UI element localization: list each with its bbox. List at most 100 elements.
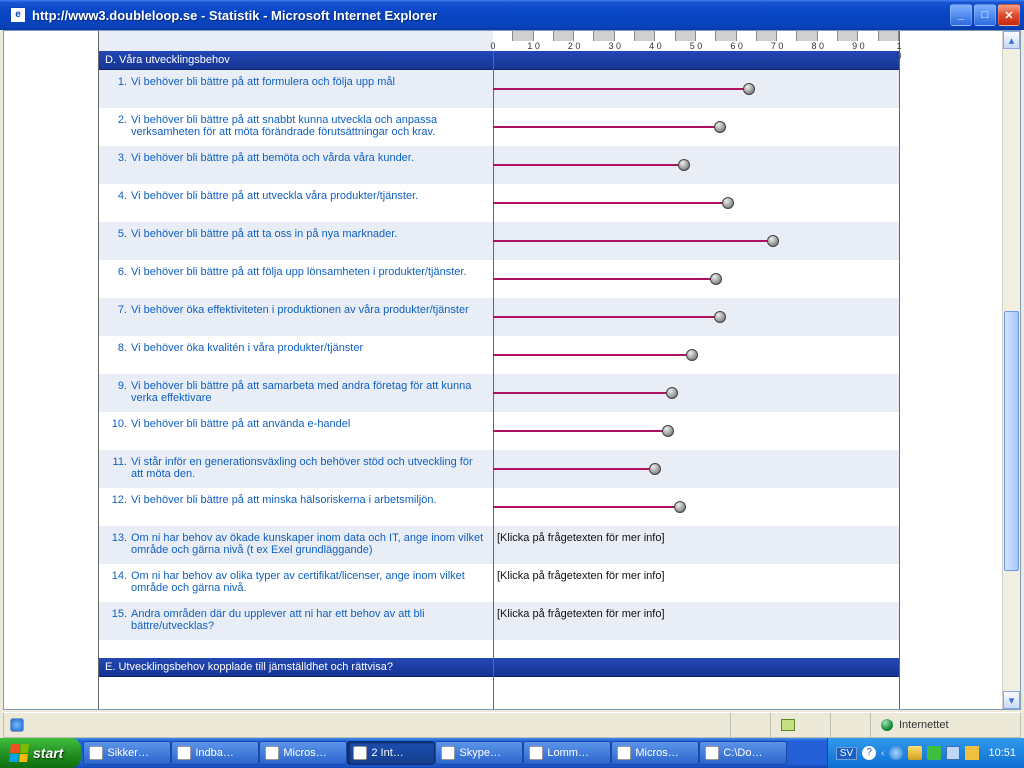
security-zone[interactable]: Internettet: [870, 713, 1020, 737]
question-row: 1.Vi behöver bli bättre på att formulera…: [99, 70, 899, 108]
window-title: http://www3.doubleloop.se - Statistik - …: [32, 8, 950, 23]
internet-zone-icon: [881, 719, 893, 731]
task-button[interactable]: Lomm…: [523, 741, 611, 765]
question-text-link[interactable]: Om ni har behov av ökade kunskaper inom …: [131, 532, 487, 558]
tick-label: 9 0: [852, 41, 865, 51]
maximize-button[interactable]: □: [974, 4, 996, 26]
scroll-thumb[interactable]: [1004, 311, 1019, 571]
task-label: C:\Do…: [723, 747, 762, 759]
task-button[interactable]: Indba…: [171, 741, 259, 765]
browser-viewport: 01 02 03 04 05 06 07 08 09 01 0 D. Våra …: [3, 30, 1021, 710]
question-row: 7.Vi behöver öka effektiviteten i produk…: [99, 298, 899, 336]
value-bar: [493, 430, 668, 432]
popup-blocker-icon: [781, 719, 795, 731]
question-number: 12.: [109, 494, 131, 520]
taskbar: start Sikker… Indba… Micros… 2 Int… Skype…Lo…: [0, 738, 1024, 768]
tray-monitor-icon[interactable]: [946, 746, 960, 760]
tray-device-icon[interactable]: [965, 746, 979, 760]
minimize-button[interactable]: _: [950, 4, 972, 26]
language-indicator[interactable]: SV: [836, 747, 857, 760]
tray-network-icon[interactable]: [889, 746, 903, 760]
task-app-icon: [617, 746, 631, 760]
start-button[interactable]: start: [0, 738, 81, 768]
value-cell: [493, 70, 899, 108]
value-bar: [493, 278, 716, 280]
tick-label: 1 0: [527, 41, 540, 51]
value-knob: [674, 501, 686, 513]
question-text-link[interactable]: Vi behöver bli bättre på att samarbeta m…: [131, 380, 487, 406]
tray-expand-icon[interactable]: ‹: [881, 748, 884, 759]
question-row: 10.Vi behöver bli bättre på att använda …: [99, 412, 899, 450]
section-d-header: D. Våra utvecklingsbehov: [99, 51, 899, 70]
task-app-icon: [265, 746, 279, 760]
start-label: start: [33, 745, 63, 761]
status-zone-popup: [770, 713, 830, 737]
task-app-icon: [441, 746, 455, 760]
task-button[interactable]: C:\Do…: [699, 741, 787, 765]
value-cell: [493, 450, 899, 488]
task-button[interactable]: Micros…: [611, 741, 699, 765]
value-cell: [Klicka på frågetexten för mer info]: [493, 564, 899, 602]
ie-status-icon: [10, 718, 24, 732]
tray-volume-icon[interactable]: [908, 746, 922, 760]
question-text-link[interactable]: Vi behöver öka kvalitén i våra produkter…: [131, 342, 487, 368]
info-prompt: [Klicka på frågetexten för mer info]: [497, 532, 665, 544]
tick-label: 4 0: [649, 41, 662, 51]
info-prompt: [Klicka på frågetexten för mer info]: [497, 608, 665, 620]
task-buttons: Sikker… Indba… Micros… 2 Int… Skype…Lomm… Mic…: [81, 738, 826, 768]
task-app-icon: [353, 746, 367, 760]
question-text-link[interactable]: Vi behöver bli bättre på att följa upp l…: [131, 266, 487, 292]
task-label: Indba…: [195, 747, 234, 759]
value-bar: [493, 164, 684, 166]
task-app-icon: [529, 746, 543, 760]
tick-label: 7 0: [771, 41, 784, 51]
task-button[interactable]: 2 Int…: [347, 741, 435, 765]
vertical-scrollbar[interactable]: ▴ ▾: [1002, 31, 1020, 709]
task-label: Micros…: [635, 747, 678, 759]
question-text-link[interactable]: Andra områden där du upplever att ni har…: [131, 608, 487, 634]
task-button[interactable]: Micros…: [259, 741, 347, 765]
value-knob: [662, 425, 674, 437]
task-button[interactable]: Sikker…: [83, 741, 171, 765]
value-bar: [493, 506, 680, 508]
question-cell: 4.Vi behöver bli bättre på att utveckla …: [99, 184, 493, 222]
task-button[interactable]: Skype…: [435, 741, 523, 765]
task-label: 2 Int…: [371, 747, 403, 759]
question-text-link[interactable]: Vi behöver bli bättre på att snabbt kunn…: [131, 114, 487, 140]
zone-label: Internettet: [899, 719, 949, 731]
question-text-link[interactable]: Vi behöver bli bättre på att ta oss in p…: [131, 228, 487, 254]
tray-antivirus-icon[interactable]: [927, 746, 941, 760]
system-tray[interactable]: SV ? ‹ 10:51: [827, 738, 1024, 768]
question-text-link[interactable]: Vi behöver öka effektiviteten i produkti…: [131, 304, 487, 330]
question-cell: 6.Vi behöver bli bättre på att följa upp…: [99, 260, 493, 298]
question-cell: 15.Andra områden där du upplever att ni …: [99, 602, 493, 640]
question-number: 6.: [109, 266, 131, 292]
question-number: 8.: [109, 342, 131, 368]
question-cell: 1.Vi behöver bli bättre på att formulera…: [99, 70, 493, 108]
question-text-link[interactable]: Om ni har behov av olika typer av certif…: [131, 570, 487, 596]
scale-row: 01 02 03 04 05 06 07 08 09 01 0: [99, 31, 899, 51]
scroll-down-button[interactable]: ▾: [1003, 691, 1020, 709]
question-cell: 8.Vi behöver öka kvalitén i våra produkt…: [99, 336, 493, 374]
clock[interactable]: 10:51: [984, 747, 1016, 759]
tick-label: 6 0: [730, 41, 743, 51]
tick-label: 1 0: [896, 41, 901, 61]
task-app-icon: [705, 746, 719, 760]
question-text-link[interactable]: Vi behöver bli bättre på att minska häls…: [131, 494, 487, 520]
question-text-link[interactable]: Vi behöver bli bättre på att använda e-h…: [131, 418, 487, 444]
value-bar: [493, 468, 655, 470]
value-bar: [493, 88, 749, 90]
task-label: Sikker…: [107, 747, 149, 759]
close-button[interactable]: ✕: [998, 4, 1020, 26]
question-row: 11.Vi står inför en generationsväxling o…: [99, 450, 899, 488]
question-text-link[interactable]: Vi behöver bli bättre på att formulera o…: [131, 76, 487, 102]
question-cell: 13.Om ni har behov av ökade kunskaper in…: [99, 526, 493, 564]
question-text-link[interactable]: Vi behöver bli bättre på att bemöta och …: [131, 152, 487, 178]
question-cell: 12.Vi behöver bli bättre på att minska h…: [99, 488, 493, 526]
question-text-link[interactable]: Vi behöver bli bättre på att utveckla vå…: [131, 190, 487, 216]
question-row: 13.Om ni har behov av ökade kunskaper in…: [99, 526, 899, 564]
tray-help-icon[interactable]: ?: [862, 746, 876, 760]
question-number: 15.: [109, 608, 131, 634]
scroll-up-button[interactable]: ▴: [1003, 31, 1020, 49]
question-text-link[interactable]: Vi står inför en generationsväxling och …: [131, 456, 487, 482]
